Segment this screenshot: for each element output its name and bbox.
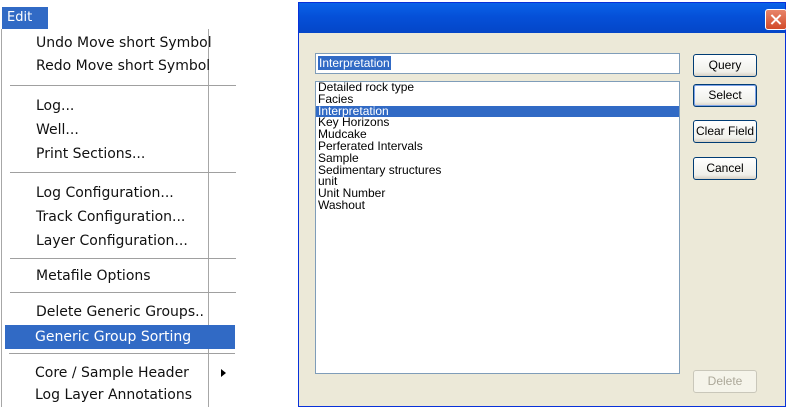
field-input-value: Interpretation xyxy=(318,56,391,70)
menu-item-metafile-options[interactable]: Metafile Options xyxy=(6,264,237,288)
menu-separator xyxy=(10,85,236,86)
cancel-button[interactable]: Cancel xyxy=(693,157,757,180)
menu-item-label: Core / Sample Header xyxy=(35,365,189,381)
query-button[interactable]: Query xyxy=(693,54,757,77)
menu-item-undo-move[interactable]: Undo Move short Symbol xyxy=(6,31,237,55)
list-item[interactable]: Key Horizons xyxy=(316,116,679,129)
menu-item-track-configuration[interactable]: Track Configuration... xyxy=(6,205,237,229)
menu-item-generic-group-sorting[interactable]: Generic Group Sorting xyxy=(5,325,235,349)
field-input[interactable]: Interpretation xyxy=(315,53,680,74)
edit-menu-panel: Undo Move short Symbol Redo Move short S… xyxy=(1,29,236,407)
clear-field-button[interactable]: Clear Field xyxy=(693,120,757,143)
field-listbox[interactable]: Detailed rock type Facies Interpretation… xyxy=(315,81,680,374)
list-item[interactable]: Washout xyxy=(316,199,679,212)
menu-item-log-configuration[interactable]: Log Configuration... xyxy=(6,181,237,205)
close-icon[interactable] xyxy=(765,9,786,30)
menu-item-delete-generic-groups[interactable]: Delete Generic Groups.. xyxy=(6,300,237,324)
field-dialog: Interpretation Detailed rock type Facies… xyxy=(298,2,786,407)
menu-item-redo-move[interactable]: Redo Move short Symbol xyxy=(6,54,237,78)
delete-button[interactable]: Delete xyxy=(693,370,757,393)
list-item[interactable]: Sedimentary structures xyxy=(316,164,679,177)
menu-item-well[interactable]: Well... xyxy=(6,118,237,142)
submenu-arrow-icon xyxy=(221,369,226,377)
list-item[interactable]: Perferated Intervals xyxy=(316,140,679,153)
edit-menu-header[interactable]: Edit xyxy=(2,7,48,29)
menu-item-log-layer-annotations[interactable]: Log Layer Annotations xyxy=(5,383,236,407)
menu-item-layer-configuration[interactable]: Layer Configuration... xyxy=(6,229,237,253)
list-item[interactable]: Unit Number xyxy=(316,187,679,200)
menu-separator xyxy=(10,258,236,259)
menu-separator xyxy=(9,353,235,354)
menu-item-log[interactable]: Log... xyxy=(6,94,237,118)
menu-separator xyxy=(10,172,236,173)
menu-separator xyxy=(10,292,236,293)
menu-item-print-sections[interactable]: Print Sections... xyxy=(6,142,237,166)
list-item[interactable]: Detailed rock type xyxy=(316,81,679,94)
dialog-titlebar[interactable] xyxy=(299,3,786,33)
select-button[interactable]: Select xyxy=(693,84,757,107)
menu-item-core-sample-header[interactable]: Core / Sample Header xyxy=(5,361,236,385)
